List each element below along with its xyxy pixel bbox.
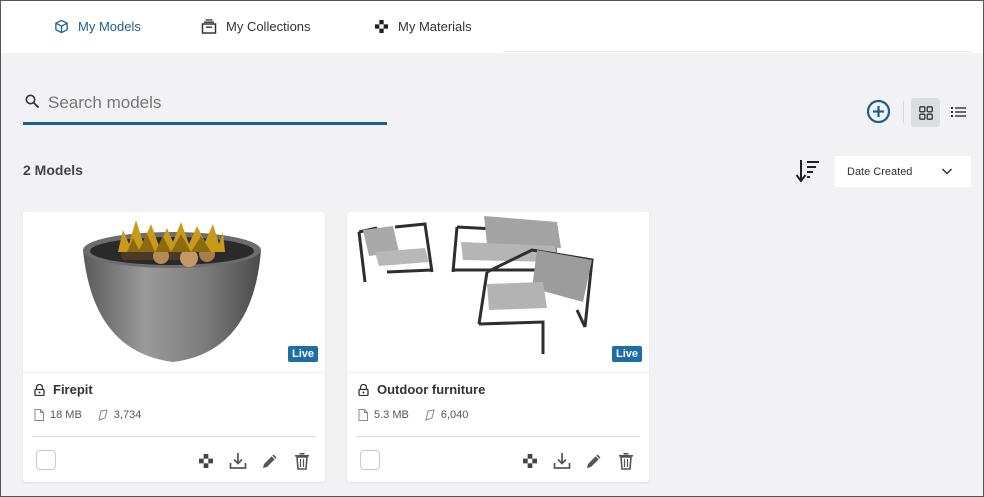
material-button[interactable] — [195, 450, 217, 472]
polygon-count: 6,040 — [440, 409, 469, 421]
divider — [347, 372, 649, 373]
model-thumbnail[interactable]: Live — [347, 212, 649, 372]
select-checkbox[interactable] — [360, 450, 380, 470]
sort-by-value: Date Created — [847, 165, 913, 178]
tab-label: My Materials — [398, 18, 472, 34]
polygon-count: 3,734 — [113, 409, 142, 421]
lock-icon — [34, 383, 45, 396]
select-checkbox[interactable] — [36, 450, 56, 470]
material-icon — [199, 454, 213, 468]
file-icon — [358, 409, 368, 421]
model-card[interactable]: Live Firepit 18 MB 3,734 — [23, 212, 325, 482]
divider — [32, 436, 316, 437]
file-size: 5.3 MB — [374, 409, 409, 421]
model-meta: 5.3 MB 6,040 — [358, 409, 468, 421]
sort-descending-icon — [795, 160, 819, 183]
list-view-icon — [950, 107, 966, 117]
sort-direction-button[interactable] — [795, 157, 821, 185]
cube-icon — [53, 18, 69, 34]
file-icon — [34, 409, 44, 421]
delete-button[interactable] — [615, 450, 637, 472]
download-icon — [553, 453, 571, 469]
download-button[interactable] — [227, 450, 249, 472]
model-title: Firepit — [53, 382, 93, 397]
top-navigation-bar: My Models My Collections My Materials — [1, 1, 983, 53]
tab-my-materials[interactable]: My Materials — [373, 1, 472, 51]
file-size: 18 MB — [50, 409, 82, 421]
lock-icon — [358, 383, 369, 396]
grid-view-button[interactable] — [911, 98, 940, 127]
firepit-preview-image — [83, 220, 261, 362]
pencil-icon — [263, 454, 277, 468]
toolbar-divider — [903, 101, 904, 123]
edit-button[interactable] — [259, 450, 281, 472]
sort-by-dropdown[interactable]: Date Created — [835, 156, 971, 187]
tab-label: My Collections — [226, 18, 311, 34]
search-icon — [25, 94, 39, 108]
live-badge: Live — [611, 346, 642, 362]
material-icon — [523, 454, 537, 468]
add-model-button[interactable] — [866, 99, 891, 124]
models-count: 2 Models — [23, 162, 83, 178]
download-button[interactable] — [551, 450, 573, 472]
divider — [503, 51, 971, 52]
model-title-row: Outdoor furniture — [358, 382, 485, 397]
divider — [23, 372, 325, 373]
model-meta: 18 MB 3,734 — [34, 409, 141, 421]
model-card[interactable]: Live Outdoor furniture 5.3 MB 6,040 — [347, 212, 649, 482]
delete-button[interactable] — [291, 450, 313, 472]
material-button[interactable] — [519, 450, 541, 472]
add-circle-icon — [866, 99, 891, 124]
live-badge: Live — [287, 346, 318, 362]
tab-label: My Models — [78, 18, 141, 34]
search-input[interactable] — [48, 89, 378, 117]
model-title-row: Firepit — [34, 382, 93, 397]
collection-icon — [201, 18, 217, 34]
trash-icon — [619, 453, 633, 470]
divider — [356, 436, 640, 437]
card-actions — [185, 450, 313, 472]
outdoor-furniture-preview-image — [357, 216, 594, 354]
tab-bar: My Models My Collections My Materials — [1, 1, 503, 51]
material-icon — [373, 18, 389, 34]
edit-button[interactable] — [583, 450, 605, 472]
card-actions — [509, 450, 637, 472]
search-box — [23, 85, 387, 125]
model-title: Outdoor furniture — [377, 382, 486, 397]
pencil-icon — [587, 454, 601, 468]
tab-my-collections[interactable]: My Collections — [201, 1, 311, 51]
polygon-icon — [98, 409, 108, 421]
chevron-down-icon — [941, 165, 953, 177]
tab-my-models[interactable]: My Models — [53, 1, 141, 51]
model-thumbnail[interactable]: Live — [23, 212, 325, 372]
trash-icon — [295, 453, 309, 470]
polygon-icon — [425, 409, 435, 421]
grid-view-icon — [918, 105, 933, 120]
download-icon — [229, 453, 247, 469]
list-view-button[interactable] — [947, 101, 969, 123]
